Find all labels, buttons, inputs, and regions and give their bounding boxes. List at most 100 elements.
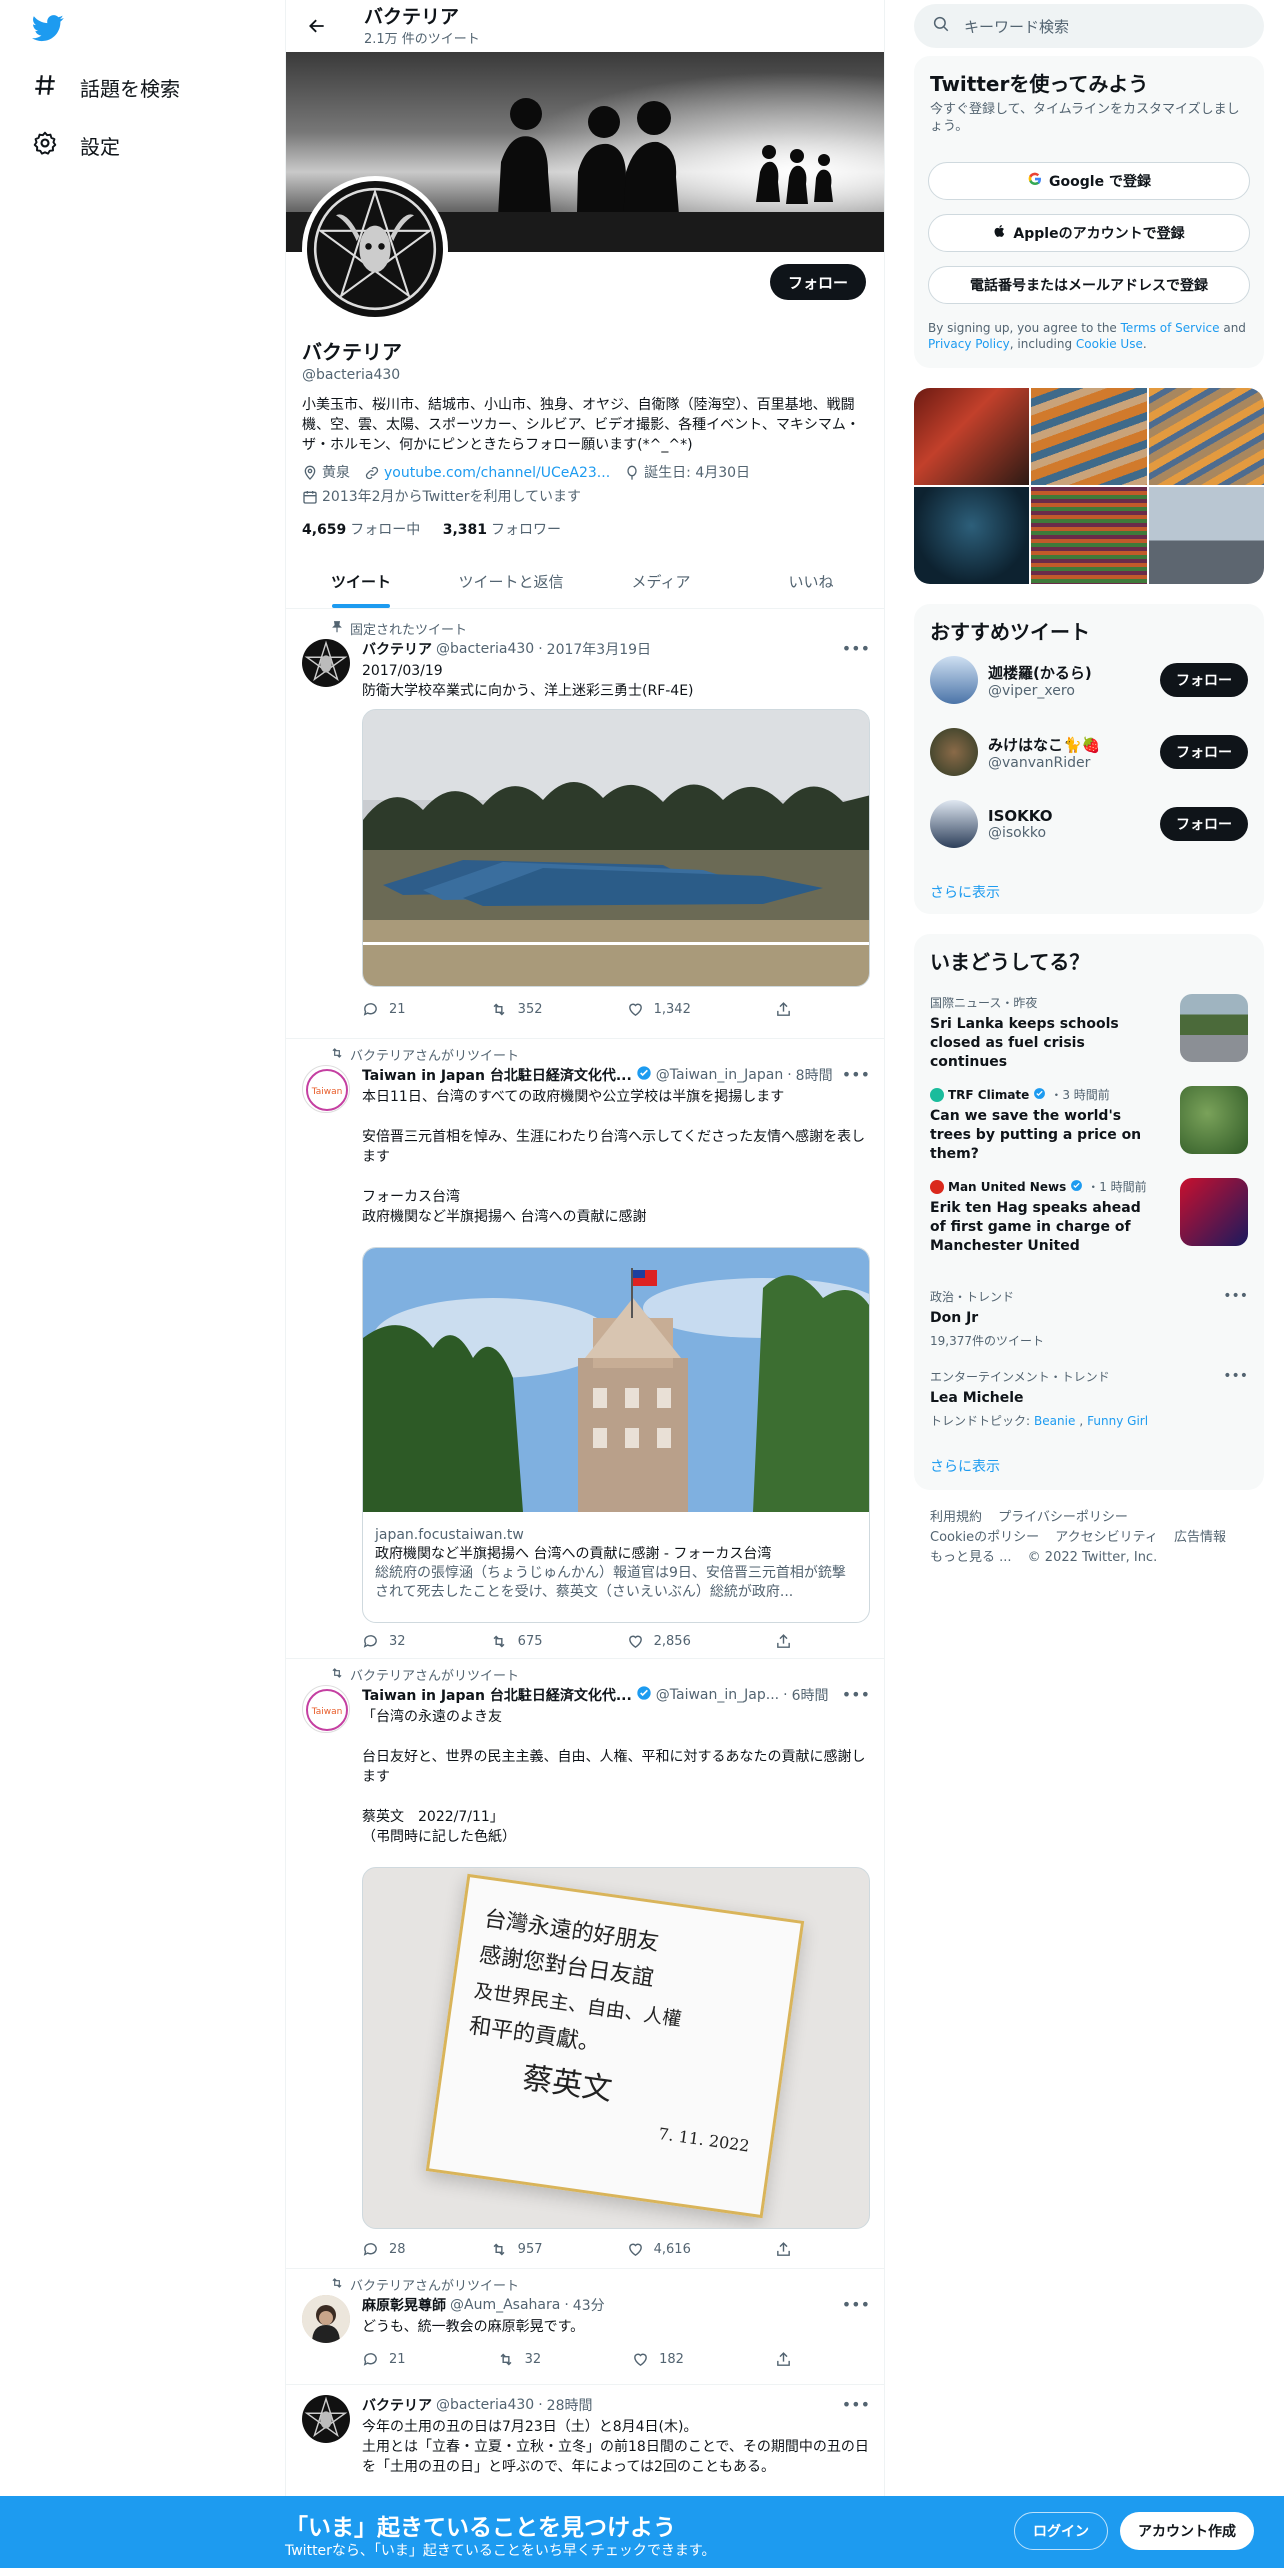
like-button[interactable]: 182 <box>632 2351 684 2368</box>
like-button[interactable]: 4,616 <box>627 2241 691 2258</box>
tweet-time[interactable]: 8時間 <box>796 1065 833 1085</box>
more-icon[interactable]: ••• <box>1223 1368 1248 1384</box>
reply-button[interactable]: 21 <box>362 1001 406 1018</box>
tweet-avatar[interactable] <box>302 2395 350 2443</box>
reply-button[interactable]: 28 <box>362 2241 406 2258</box>
tweet-avatar[interactable]: Taiwan <box>302 1065 350 1113</box>
link-card[interactable]: japan.focustaiwan.tw 政府機関など半旗掲揚へ 台湾への貢献に… <box>362 1247 870 1623</box>
trends-panel: いまどうしてる？ 国際ニュース・昨夜 Sri Lanka keeps schoo… <box>914 934 1264 1490</box>
share-button[interactable] <box>775 1001 792 1018</box>
nav-settings[interactable]: 設定 <box>32 130 120 161</box>
tweet-avatar[interactable] <box>302 639 350 687</box>
profile-avatar[interactable] <box>302 176 448 322</box>
recommend-user[interactable]: ISOKKO @isokko フォロー <box>930 800 1248 848</box>
tweet-author[interactable]: バクテリア <box>362 639 432 659</box>
reply-button[interactable]: 32 <box>362 1633 406 1650</box>
more-icon[interactable]: ••• <box>1223 1288 1248 1304</box>
reply-button[interactable]: 21 <box>362 2351 406 2368</box>
tweet-author[interactable]: Taiwan in Japan 台北駐日経済文化代... <box>362 1685 632 1705</box>
tweet-time[interactable]: 2017年3月19日 <box>547 639 651 659</box>
share-button[interactable] <box>775 2241 792 2258</box>
more-icon[interactable]: ••• <box>842 2295 870 2314</box>
retweet-button[interactable]: 32 <box>497 2351 541 2368</box>
tweet-avatar[interactable]: Taiwan <box>302 1685 350 1733</box>
footer-link[interactable]: プライバシーポリシー <box>998 1508 1128 1528</box>
recommend-follow-button[interactable]: フォロー <box>1160 663 1248 697</box>
footer-links: 利用規約 プライバシーポリシー Cookieのポリシー アクセシビリティ 広告情… <box>930 1508 1250 1568</box>
trend-item[interactable]: TRF Climate ・3 時間前 Can we save the world'… <box>930 1086 1248 1162</box>
privacy-link[interactable]: Privacy Policy <box>928 337 1010 351</box>
tweet-author[interactable]: バクテリア <box>362 2395 432 2415</box>
tab-tweets-replies[interactable]: ツイートと返信 <box>436 555 586 608</box>
share-button[interactable] <box>775 2351 792 2368</box>
media-thumb[interactable] <box>914 487 1030 584</box>
trends-show-more[interactable]: さらに表示 <box>930 1456 1000 1476</box>
cookie-link[interactable]: Cookie Use <box>1076 337 1143 351</box>
footer-link[interactable]: Cookieのポリシー <box>930 1528 1039 1548</box>
tab-tweets[interactable]: ツイート <box>286 555 436 608</box>
apple-signup-button[interactable]: Appleのアカウントで登録 <box>928 214 1250 252</box>
footer-link[interactable]: アクセシビリティ <box>1055 1528 1158 1548</box>
tweet-avatar[interactable] <box>302 2295 350 2343</box>
login-button[interactable]: ログイン <box>1014 2512 1108 2550</box>
retweet-button[interactable]: 352 <box>490 1001 543 1018</box>
followers-link[interactable]: 3,381 フォロワー <box>443 522 561 538</box>
tweet-time[interactable]: 43分 <box>573 2295 605 2315</box>
tweet-time[interactable]: 6時間 <box>792 1685 829 1705</box>
trend-item[interactable]: Man United News ・1 時間前 Erik ten Hag speak… <box>930 1178 1248 1268</box>
tweet-retweet-taiwan-1[interactable]: バクテリアさんがリツイート Taiwan Taiwan in Japan 台北駐… <box>286 1039 884 1659</box>
trf-logo-icon <box>930 1087 944 1102</box>
media-thumb[interactable] <box>1148 487 1264 584</box>
recommend-follow-button[interactable]: フォロー <box>1160 807 1248 841</box>
recommend-follow-button[interactable]: フォロー <box>1160 735 1248 769</box>
trend-item[interactable]: エンターテインメント・トレンド Lea Michele トレンドトピック: Be… <box>930 1368 1248 1428</box>
tweet-pinned[interactable]: 固定されたツイート バクテリア @bacteria430 · 2017年3月19… <box>286 609 884 1039</box>
terms-link[interactable]: Terms of Service <box>1121 321 1220 335</box>
more-icon[interactable]: ••• <box>842 1065 870 1084</box>
recommend-user[interactable]: みけはなこ🐈🍓 @vanvanRider フォロー <box>930 728 1248 776</box>
retweet-button[interactable]: 957 <box>490 2241 543 2258</box>
calendar-icon <box>302 489 318 505</box>
phone-email-signup-button[interactable]: 電話番号またはメールアドレスで登録 <box>928 266 1250 304</box>
media-thumb[interactable] <box>914 388 1030 485</box>
tab-media[interactable]: メディア <box>586 555 736 608</box>
tweet-image-shikishi[interactable]: 台灣永遠的好朋友 感謝您對台日友誼 及世界民主、自由、人權 和平的貢獻。 蔡英文… <box>362 1867 870 2229</box>
tweet-author[interactable]: Taiwan in Japan 台北駐日経済文化代... <box>362 1065 632 1085</box>
like-button[interactable]: 2,856 <box>627 1633 691 1650</box>
trend-item[interactable]: 政治・トレンド Don Jr 19,377件のツイート ••• <box>930 1288 1248 1348</box>
tweet-doyo[interactable]: バクテリア @bacteria430 · 28時間 ••• 今年の土用の丑の日は… <box>286 2385 884 2505</box>
follow-button[interactable]: フォロー <box>769 264 866 300</box>
google-signup-button[interactable]: Google で登録 <box>928 162 1250 200</box>
recommend-show-more[interactable]: さらに表示 <box>930 882 1000 902</box>
media-thumb[interactable] <box>1031 487 1147 584</box>
more-icon[interactable]: ••• <box>842 1685 870 1704</box>
tweet-retweet-taiwan-2[interactable]: バクテリアさんがリツイート Taiwan Taiwan in Japan 台北駐… <box>286 1659 884 2269</box>
nav-explore[interactable]: 話題を検索 <box>32 72 180 103</box>
trend-item[interactable]: 国際ニュース・昨夜 Sri Lanka keeps schools closed… <box>930 994 1248 1070</box>
media-thumb[interactable] <box>1148 388 1264 485</box>
twitter-bird-icon[interactable] <box>31 12 68 48</box>
more-icon[interactable]: ••• <box>842 639 870 658</box>
signup-button[interactable]: アカウント作成 <box>1120 2512 1254 2550</box>
footer-link[interactable]: もっと見る ... <box>930 1548 1012 1568</box>
signup-title: Twitterを使ってみよう <box>930 72 1149 96</box>
footer-link[interactable]: 広告情報 <box>1174 1528 1226 1548</box>
share-button[interactable] <box>775 1633 792 1650</box>
tweet-time[interactable]: 28時間 <box>547 2395 593 2415</box>
tweet-image-jets[interactable] <box>362 709 870 987</box>
media-thumb[interactable] <box>1031 388 1147 485</box>
search-box[interactable]: キーワード検索 <box>914 4 1264 48</box>
like-button[interactable]: 1,342 <box>627 1001 691 1018</box>
tab-likes[interactable]: いいね <box>736 555 884 608</box>
profile-url[interactable]: youtube.com/channel/UCeA23... <box>384 463 610 483</box>
trend-topic-link[interactable]: Beanie <box>1034 1414 1075 1428</box>
tweet-author[interactable]: 麻原彰晃尊師 <box>362 2295 446 2315</box>
back-arrow-icon[interactable] <box>300 9 334 43</box>
trend-topic-link[interactable]: Funny Girl <box>1087 1414 1148 1428</box>
recommend-user[interactable]: 迦楼羅(かるら) @viper_xero フォロー <box>930 656 1248 704</box>
more-icon[interactable]: ••• <box>842 2395 870 2414</box>
following-link[interactable]: 4,659 フォロー中 <box>302 522 420 538</box>
footer-link[interactable]: 利用規約 <box>930 1508 982 1528</box>
retweet-button[interactable]: 675 <box>490 1633 543 1650</box>
tweet-retweet-asahara[interactable]: バクテリアさんがリツイート 麻原彰晃尊師 @Aum_Asahara · 43分 … <box>286 2269 884 2385</box>
